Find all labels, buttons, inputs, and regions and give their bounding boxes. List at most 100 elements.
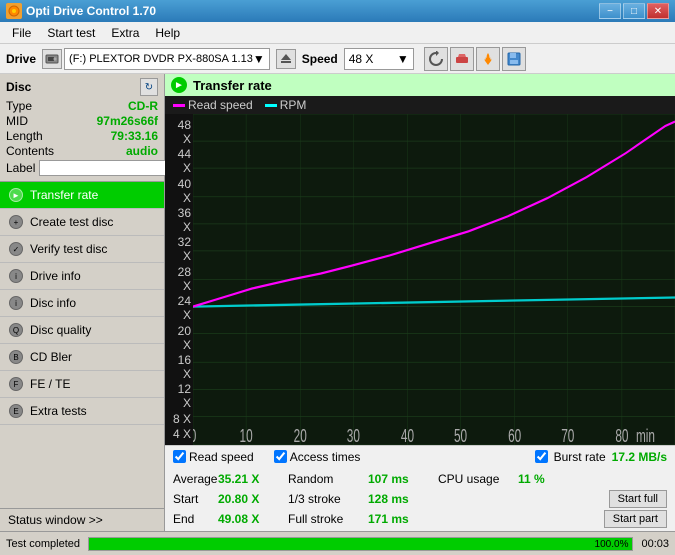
nav-create-test-disc[interactable]: + Create test disc <box>0 209 164 236</box>
speed-label: Speed <box>302 52 338 66</box>
svg-text:70: 70 <box>561 427 574 445</box>
start-part-button[interactable]: Start part <box>604 510 667 528</box>
disc-type-val: CD-R <box>128 99 158 113</box>
disc-contents-val: audio <box>126 144 158 158</box>
title-bar: Opti Drive Control 1.70 − □ ✕ <box>0 0 675 22</box>
drive-bar: Drive (F:) PLEXTOR DVDR PX-880SA 1.13 ▼ … <box>0 44 675 74</box>
legend-rpm-label: RPM <box>280 98 307 112</box>
checkbox-access-times[interactable]: Access times <box>274 450 361 464</box>
disc-contents-label: Contents <box>6 144 54 158</box>
y-label-8: 8 X <box>167 412 191 426</box>
y-label-48: 48 X <box>167 118 191 146</box>
menu-start-test[interactable]: Start test <box>39 24 103 42</box>
disc-refresh-btn[interactable]: ↻ <box>140 78 158 96</box>
legend-read-speed: Read speed <box>173 98 253 112</box>
disc-length-label: Length <box>6 129 43 143</box>
read-speed-checkbox[interactable] <box>173 450 186 463</box>
drive-icon-btn[interactable] <box>42 49 62 69</box>
maximize-button[interactable]: □ <box>623 3 645 19</box>
access-times-checkbox[interactable] <box>274 450 287 463</box>
transfer-rate-icon: ► <box>8 187 24 203</box>
y-label-12: 12 X <box>167 382 191 410</box>
svg-text:30: 30 <box>347 427 360 445</box>
chart-grid: 0 10 20 30 40 50 60 70 80 min <box>193 114 675 445</box>
nav-disc-quality[interactable]: Q Disc quality <box>0 317 164 344</box>
legend-read-speed-label: Read speed <box>188 98 253 112</box>
nav-disc-info-label: Disc info <box>30 296 76 310</box>
close-button[interactable]: ✕ <box>647 3 669 19</box>
burst-rate-area: Burst rate 17.2 MB/s <box>535 450 667 464</box>
stats-row-2: Start 20.80 X 1/3 stroke 128 ms Start fu… <box>173 489 667 509</box>
nav-extra-tests[interactable]: E Extra tests <box>0 398 164 425</box>
disc-mid-label: MID <box>6 114 28 128</box>
disc-type-row: Type CD-R <box>6 99 158 113</box>
legend-rpm: RPM <box>265 98 307 112</box>
end-label: End <box>173 512 218 526</box>
drive-select[interactable]: (F:) PLEXTOR DVDR PX-880SA 1.13 ▼ <box>64 48 270 70</box>
save-button[interactable] <box>502 47 526 71</box>
stroke-val-2: 171 ms <box>368 512 438 526</box>
nav-create-test-disc-label: Create test disc <box>30 215 113 229</box>
burst-rate-value: 17.2 MB/s <box>612 450 667 464</box>
disc-quality-icon: Q <box>8 322 24 338</box>
svg-text:50: 50 <box>454 427 467 445</box>
main-content: ► Transfer rate Read speed RPM 48 X 44 X… <box>165 74 675 531</box>
nav-disc-quality-label: Disc quality <box>30 323 91 337</box>
toolbar-icons <box>424 47 526 71</box>
legend-rpm-color <box>265 104 277 107</box>
disc-mid-row: MID 97m26s66f <box>6 114 158 128</box>
disc-header-label: Disc <box>6 80 31 94</box>
disc-info-icon: i <box>8 295 24 311</box>
y-label-36: 36 X <box>167 206 191 234</box>
svg-text:min: min <box>636 427 655 445</box>
minimize-button[interactable]: − <box>599 3 621 19</box>
stroke-label-1: 1/3 stroke <box>288 492 368 506</box>
random-label: Random <box>288 472 368 486</box>
nav-drive-info-label: Drive info <box>30 269 81 283</box>
read-speed-checkbox-label: Read speed <box>189 450 254 464</box>
disc-length-row: Length 79:33.16 <box>6 129 158 143</box>
menu-help[interactable]: Help <box>147 24 188 42</box>
disc-label-label: Label <box>6 161 35 175</box>
nav-cd-bler[interactable]: B CD Bler <box>0 344 164 371</box>
speed-value: 48 X <box>349 52 397 66</box>
nav-transfer-rate-label: Transfer rate <box>30 188 98 202</box>
cpu-usage-val: 11 % <box>518 472 568 486</box>
chart-svg: 0 10 20 30 40 50 60 70 80 min <box>193 114 675 445</box>
speed-dropdown-arrow: ▼ <box>397 52 409 66</box>
speed-select[interactable]: 48 X ▼ <box>344 48 414 70</box>
nav-verify-test-disc[interactable]: ✓ Verify test disc <box>0 236 164 263</box>
access-times-checkbox-label: Access times <box>290 450 361 464</box>
burst-rate-checkbox[interactable] <box>535 450 548 463</box>
y-label-4: 4 X <box>167 427 191 441</box>
erase-button[interactable] <box>450 47 474 71</box>
burst-rate-label: Burst rate <box>554 450 606 464</box>
drive-dropdown-arrow: ▼ <box>253 52 265 66</box>
checkbox-read-speed[interactable]: Read speed <box>173 450 254 464</box>
stats-row-1: Average 35.21 X Random 107 ms CPU usage … <box>173 469 667 489</box>
svg-text:0: 0 <box>193 427 196 445</box>
y-label-16: 16 X <box>167 353 191 381</box>
menu-extra[interactable]: Extra <box>103 24 147 42</box>
fe-te-icon: F <box>8 376 24 392</box>
nav-fe-te[interactable]: F FE / TE <box>0 371 164 398</box>
burn-button[interactable] <box>476 47 500 71</box>
progress-time: 00:03 <box>641 538 669 550</box>
menu-file[interactable]: File <box>4 24 39 42</box>
nav-disc-info[interactable]: i Disc info <box>0 290 164 317</box>
average-val: 35.21 X <box>218 472 288 486</box>
status-window-label: Status window >> <box>8 513 103 527</box>
nav-drive-info[interactable]: i Drive info <box>0 263 164 290</box>
progress-track: 100.0% <box>88 537 633 551</box>
start-full-button[interactable]: Start full <box>609 490 667 508</box>
eject-button[interactable] <box>276 49 296 69</box>
status-window-btn[interactable]: Status window >> <box>0 508 164 531</box>
drive-label: Drive <box>6 52 36 66</box>
chart-legend: Read speed RPM <box>165 96 675 114</box>
svg-text:20: 20 <box>294 427 307 445</box>
nav-fe-te-label: FE / TE <box>30 377 70 391</box>
refresh-button[interactable] <box>424 47 448 71</box>
nav-transfer-rate[interactable]: ► Transfer rate <box>0 182 164 209</box>
tr-play-icon: ► <box>171 77 187 93</box>
disc-type-label: Type <box>6 99 32 113</box>
